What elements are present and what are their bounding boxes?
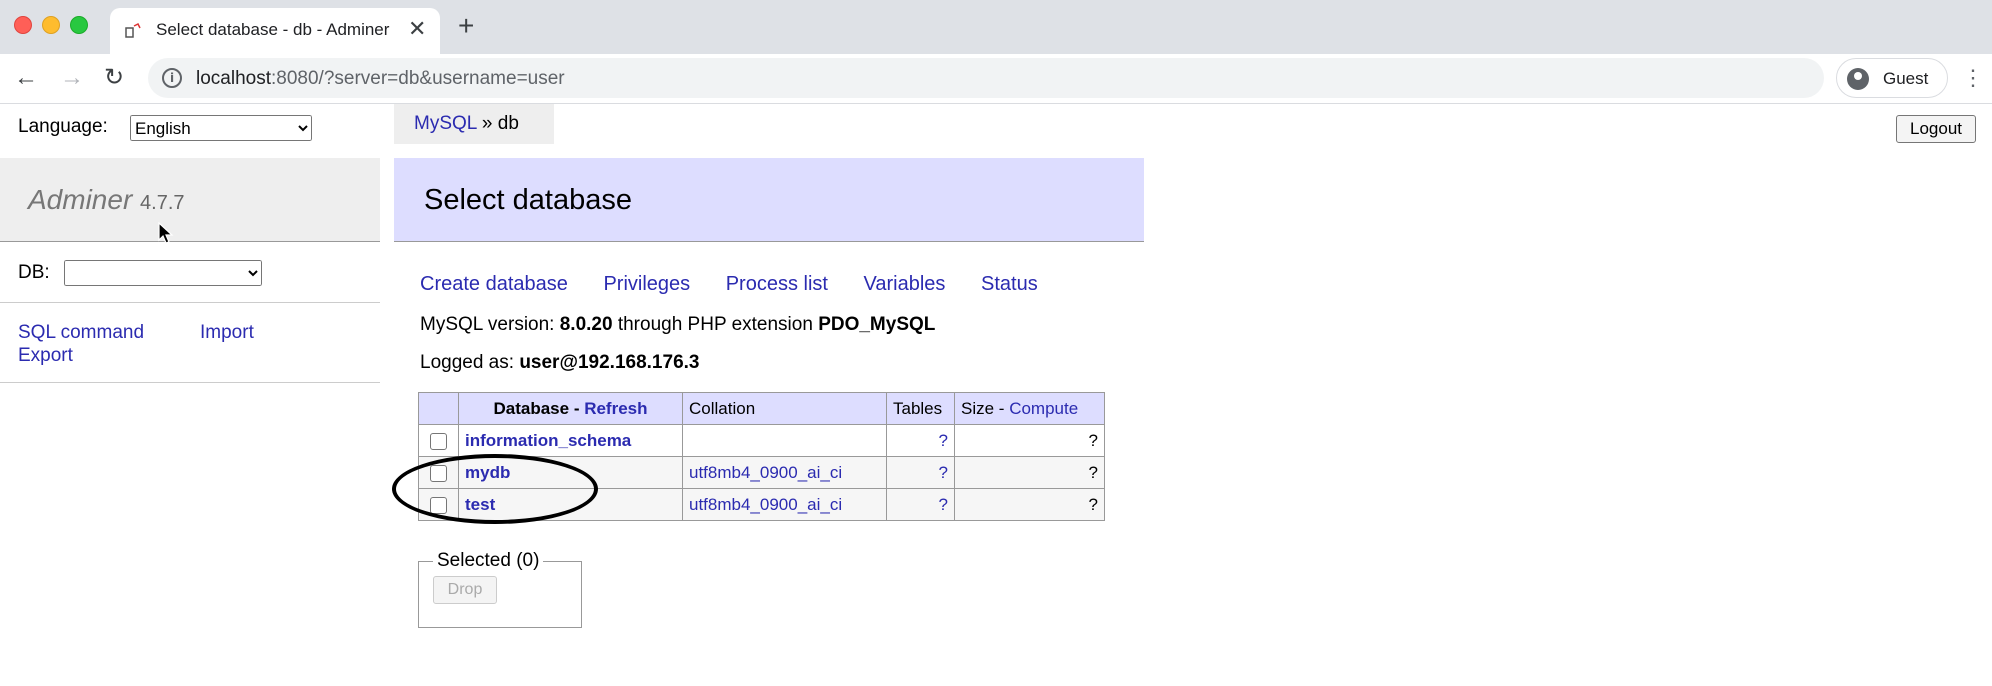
brand-name: Adminer (28, 184, 133, 215)
version-prefix: MySQL version: (420, 314, 560, 335)
reload-icon[interactable]: ↻ (104, 64, 124, 92)
tab-close-icon[interactable]: ✕ (408, 18, 426, 40)
breadcrumb: MySQL » db (394, 104, 554, 144)
url-path: :8080/?server=db&username=user (271, 68, 565, 89)
language-select[interactable]: English (130, 115, 312, 141)
header-size: Size - Compute (954, 392, 1105, 425)
action-links: Create database Privileges Process list … (420, 273, 1068, 296)
privileges-link[interactable]: Privileges (603, 273, 690, 295)
header-database-label: Database (493, 398, 570, 418)
size-cell: ? (954, 424, 1105, 457)
tables-cell: ? (886, 424, 955, 457)
database-link[interactable]: information_schema (465, 431, 631, 450)
new-tab-icon[interactable]: + (458, 12, 474, 40)
forward-arrow-icon[interactable]: → (60, 64, 84, 92)
browser-tab-bar: Select database - db - Adminer ✕ + (0, 0, 1992, 54)
sql-command-link[interactable]: SQL command (18, 322, 144, 344)
tables-count-link[interactable]: ? (939, 463, 948, 482)
back-arrow-icon[interactable]: ← (14, 64, 38, 92)
tables-count-link[interactable]: ? (939, 431, 948, 450)
breadcrumb-trail: MySQL » db (414, 113, 519, 135)
collation-cell: utf8mb4_0900_ai_ci (682, 456, 887, 489)
refresh-link[interactable]: Refresh (584, 399, 647, 418)
version-value: 8.0.20 (559, 314, 613, 335)
profile-label: Guest (1883, 69, 1929, 88)
header-size-dash: - (994, 398, 1010, 418)
table-row: information_schema ? ? (418, 424, 1105, 457)
version-mid: through PHP extension (612, 314, 819, 335)
logout-button[interactable]: Logout (1896, 115, 1976, 143)
profile-avatar-icon (1847, 68, 1869, 90)
breadcrumb-separator: » (476, 113, 498, 134)
url-host: localhost (196, 68, 271, 89)
row-checkbox[interactable] (430, 432, 447, 450)
header-collation: Collation (682, 392, 887, 425)
logged-prefix: Logged as: (420, 352, 520, 373)
adminer-favicon-icon (125, 22, 141, 38)
tables-count-link[interactable]: ? (939, 495, 948, 514)
annotation-circle (392, 454, 598, 524)
logged-user: user@192.168.176.3 (519, 352, 700, 373)
brand-header: Adminer 4.7.7 (0, 158, 380, 242)
url-text[interactable]: localhost:8080/?server=db&username=user (196, 68, 565, 90)
brand-link[interactable]: Adminer 4.7.7 (28, 184, 185, 216)
mouse-cursor-icon (158, 222, 174, 244)
browser-tab-active[interactable]: Select database - db - Adminer ✕ (110, 8, 440, 54)
database-name-cell: information_schema (458, 424, 683, 457)
create-database-link[interactable]: Create database (420, 273, 568, 295)
import-link[interactable]: Import (200, 322, 254, 344)
table-header-row: Database - Refresh Collation Tables Size… (418, 392, 1105, 425)
drop-button[interactable]: Drop (433, 576, 497, 604)
address-bar[interactable]: i localhost:8080/?server=db&username=use… (148, 58, 1824, 98)
row-checkbox-cell (418, 424, 459, 457)
header-tables: Tables (886, 392, 955, 425)
compute-link[interactable]: Compute (1009, 399, 1078, 418)
size-cell: ? (954, 456, 1105, 489)
browser-menu-icon[interactable]: ⋮ (1962, 64, 1984, 92)
header-database: Database - Refresh (458, 392, 683, 425)
page-title: Select database (424, 184, 632, 216)
breadcrumb-mysql-link[interactable]: MySQL (414, 113, 477, 134)
language-label: Language: (18, 116, 108, 137)
tables-cell: ? (886, 456, 955, 489)
header-check-all[interactable] (418, 392, 459, 425)
profile-button[interactable]: Guest (1836, 58, 1948, 98)
mysql-version-line: MySQL version: 8.0.20 through PHP extens… (420, 314, 935, 336)
sidebar-divider (0, 302, 380, 303)
version-extension: PDO_MySQL (818, 314, 936, 335)
logged-as-line: Logged as: user@192.168.176.3 (420, 352, 699, 374)
collation-link[interactable]: utf8mb4_0900_ai_ci (689, 495, 842, 514)
variables-link[interactable]: Variables (864, 273, 946, 295)
status-link[interactable]: Status (981, 273, 1038, 295)
collation-link[interactable]: utf8mb4_0900_ai_ci (689, 463, 842, 482)
site-info-icon[interactable]: i (162, 68, 182, 88)
db-select[interactable] (64, 260, 262, 286)
collation-cell: utf8mb4_0900_ai_ci (682, 488, 887, 521)
browser-toolbar: ← → ↻ i localhost:8080/?server=db&userna… (0, 54, 1992, 104)
header-database-dash: - (569, 398, 585, 418)
header-size-label: Size (961, 398, 995, 418)
brand-version: 4.7.7 (140, 192, 185, 214)
db-label: DB: (18, 262, 50, 283)
window-maximize-button[interactable] (70, 16, 88, 34)
export-link[interactable]: Export (18, 345, 73, 367)
sidebar-divider-bottom (0, 382, 380, 383)
tab-title: Select database - db - Adminer (156, 20, 390, 39)
collation-cell (682, 424, 887, 457)
selected-fieldset: Selected (0) Drop (418, 550, 582, 628)
selected-legend: Selected (0) (437, 550, 540, 571)
window-close-button[interactable] (14, 16, 32, 34)
size-cell: ? (954, 488, 1105, 521)
process-list-link[interactable]: Process list (726, 273, 828, 295)
page-header: Select database (394, 158, 1144, 242)
breadcrumb-current: db (497, 113, 519, 134)
tables-cell: ? (886, 488, 955, 521)
window-minimize-button[interactable] (42, 16, 60, 34)
